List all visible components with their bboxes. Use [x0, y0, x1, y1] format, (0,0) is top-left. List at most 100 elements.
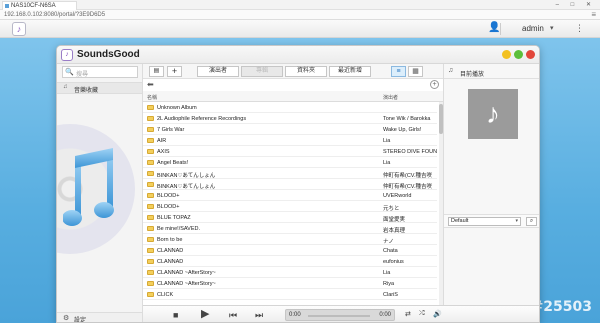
column-header-artist[interactable]: 演出者 [383, 94, 398, 101]
progress-bar[interactable] [308, 315, 370, 317]
table-row[interactable]: CLANNAD Chata [143, 245, 437, 256]
back-arrow-icon[interactable]: ⬅ [147, 80, 154, 89]
list-view-icon[interactable]: ≡ [391, 66, 406, 77]
table-row[interactable]: CLANNAD ~AfterStory~ Riya [143, 278, 437, 289]
folder-icon [147, 259, 154, 264]
qts-app-launcher-icon[interactable]: ♪ [12, 22, 26, 36]
previous-icon[interactable]: ⏮ [229, 309, 237, 321]
folder-icon [147, 204, 154, 209]
folder-icon [147, 292, 154, 297]
now-playing-label: 目前播放 [460, 72, 485, 78]
next-icon[interactable]: ⏭ [255, 309, 263, 321]
grid-view-icon[interactable]: ▦ [408, 66, 423, 77]
album-name: CLANNAD [157, 259, 184, 265]
album-artist: 岩本真理 [383, 228, 406, 234]
repeat-icon[interactable]: ⇄ [405, 310, 411, 318]
sidebar: 🔍 搜尋 ♫ 音樂收藏 ⚙ 設定 [57, 64, 143, 323]
shuffle-icon[interactable]: ⤮ [419, 310, 425, 318]
table-row[interactable]: AIR Lia [143, 135, 437, 146]
album-artist: 面堂愛実 [383, 217, 406, 223]
folder-icon [147, 127, 154, 132]
tab-album[interactable]: 專輯 [241, 66, 283, 77]
user-dropdown-icon[interactable]: ▾ [550, 24, 554, 32]
tab-folder[interactable]: 資料夾 [285, 66, 327, 77]
address-bar[interactable]: 192.168.0.102:8080/portal/?3E9D6D5 ≡ [0, 10, 600, 20]
table-row[interactable]: CLICK ClariS [143, 289, 437, 300]
album-artist: Lia [383, 160, 391, 166]
album-artist: Lia [383, 138, 391, 144]
album-artist: STEREO DIVE FOUN [383, 149, 437, 155]
sidebar-item-music-collection[interactable]: ♫ 音樂收藏 [57, 82, 142, 94]
album-artist: Tone Wik / Barokka [383, 116, 431, 122]
music-note-decoration [63, 148, 114, 226]
album-artist: UVERworld [383, 193, 412, 199]
album-name: AIR [157, 138, 167, 144]
play-icon[interactable]: ▶ [201, 308, 209, 320]
table-row[interactable]: BINKAN♡あてんしょん 仲町有希(CV.種吉咲 [143, 168, 437, 179]
table-row[interactable]: 7 Girls War Wake Up, Girls! [143, 124, 437, 135]
tab-recently-added[interactable]: 最近新增 [329, 66, 371, 77]
app-title: SoundsGood [77, 49, 140, 60]
search-input[interactable]: 🔍 搜尋 [62, 66, 138, 78]
album-artist: 仲町有希(CV.種吉咲 [383, 173, 432, 179]
settings-button[interactable]: ⚙ 設定 [57, 312, 142, 323]
album-name: CLANNAD ~AfterStory~ [157, 270, 216, 276]
username-label[interactable]: admin [522, 24, 544, 33]
close-button[interactable] [526, 50, 535, 59]
playlist-icon[interactable]: ▤ [149, 66, 164, 77]
folder-icon [147, 226, 154, 231]
table-row[interactable]: Unknown Album [143, 102, 437, 113]
watermark: #25503 [531, 299, 592, 315]
album-artist: 仲町有希(CV.種吉咲 [383, 184, 432, 190]
folder-icon [147, 138, 154, 143]
add-icon[interactable]: + [167, 66, 182, 77]
playlist-select[interactable]: Default ▾ [448, 217, 521, 226]
table-row[interactable]: BLOOD+ UVERworld [143, 190, 437, 201]
folder-icon [147, 116, 154, 121]
tab-artist[interactable]: 演出者 [197, 66, 239, 77]
window-title-bar[interactable]: ♪ SoundsGood [57, 46, 539, 64]
table-row[interactable]: Be mine!/SAVED. 岩本真理 [143, 223, 437, 234]
column-header-name[interactable]: 名稱 [147, 94, 157, 101]
table-row[interactable]: CLANNAD ~AfterStory~ Lia [143, 267, 437, 278]
browser-menu-icon[interactable]: ≡ [591, 10, 596, 19]
more-options-icon[interactable]: ⋮ [575, 23, 584, 34]
search-icon: 🔍 [65, 69, 74, 76]
album-name: BLOOD+ [157, 204, 180, 210]
search-playlist-icon[interactable]: ⌕ [526, 217, 537, 226]
user-icon[interactable]: 👤 [488, 22, 500, 33]
volume-icon[interactable]: 🔊 [433, 310, 442, 318]
minimize-button[interactable] [502, 50, 511, 59]
table-row[interactable]: Born to be ナノ [143, 234, 437, 245]
chevron-down-icon: ▾ [515, 218, 518, 224]
album-name: Be mine!/SAVED. [157, 226, 200, 232]
favicon-icon [5, 4, 9, 8]
list-header: 名稱 演出者 [143, 91, 443, 102]
playlist-select-value: Default [451, 218, 469, 224]
album-artist: 元ちと [383, 206, 400, 212]
stop-icon[interactable]: ■ [173, 309, 178, 321]
browser-tab[interactable]: NAS10CF-N6SA [2, 1, 77, 10]
album-artist: ナノ [383, 239, 394, 245]
album-artist: Chata [383, 248, 398, 254]
table-row[interactable]: BLUE TOPAZ 面堂愛実 [143, 212, 437, 223]
url-text[interactable]: 192.168.0.102:8080/portal/?3E9D6D5 [4, 11, 105, 19]
table-row[interactable]: 2L Audiophile Reference Recordings Tone W… [143, 113, 437, 124]
settings-label: 設定 [74, 318, 87, 323]
progress-track[interactable]: 0:00 0:00 [285, 309, 395, 321]
album-artist: Lia [383, 270, 391, 276]
table-row[interactable]: BLOOD+ 元ちと [143, 201, 437, 212]
now-playing-panel: ♫ 目前播放 ♪ Default ▾ ⌕ [443, 64, 539, 305]
table-row[interactable]: BINKAN♡あてんしょん 仲町有希(CV.種吉咲 [143, 179, 437, 190]
table-row[interactable]: Angel Beats! Lia [143, 157, 437, 168]
add-to-playlist-icon[interactable]: + [430, 80, 439, 89]
maximize-button[interactable] [514, 50, 523, 59]
table-row[interactable]: AXIS STEREO DIVE FOUN [143, 146, 437, 157]
soundsgood-window: ♪ SoundsGood 🔍 搜尋 ♫ 音樂收藏 ⚙ 設定 ▤ + 演出者 專輯… [56, 45, 540, 323]
window-controls[interactable]: – □ ✕ [556, 1, 596, 8]
table-row[interactable]: CLANNAD eufonius [143, 256, 437, 267]
folder-icon [147, 193, 154, 198]
browser-tab-bar: NAS10CF-N6SA – □ ✕ [0, 0, 600, 10]
folder-icon [147, 171, 154, 176]
now-playing-header: ♫ 目前播放 [444, 64, 539, 79]
